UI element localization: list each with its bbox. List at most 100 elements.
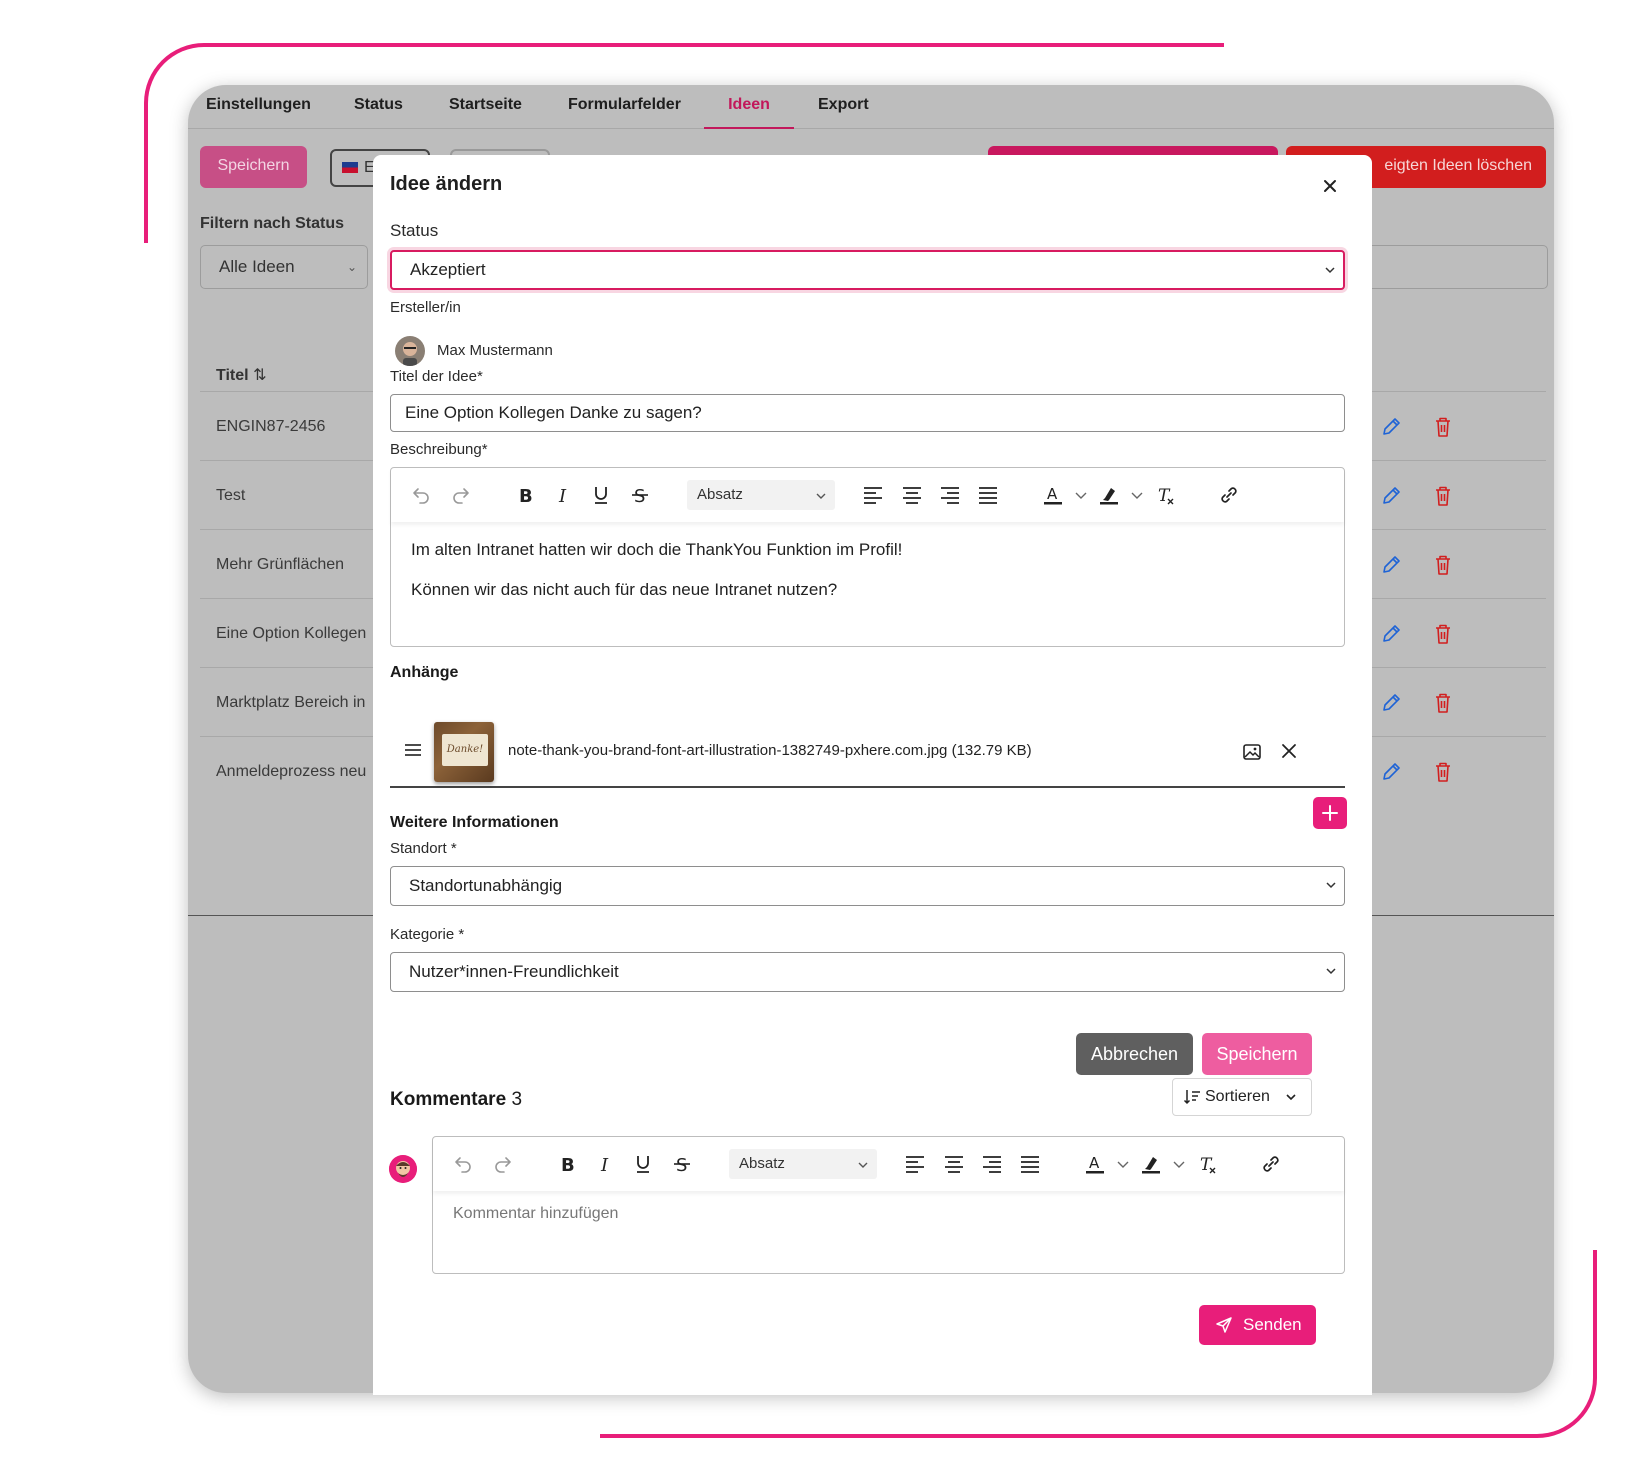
strikethrough-icon[interactable]: S	[628, 483, 652, 507]
status-select[interactable]: Akzeptiert	[390, 250, 1345, 290]
italic-icon[interactable]: I	[551, 483, 575, 507]
trash-icon[interactable]	[1434, 692, 1452, 714]
svg-text:I: I	[600, 1155, 609, 1176]
row-title: Mehr Grünflächen	[216, 556, 345, 573]
description-editor[interactable]: B I S A T Absatz Im alten Intranet hatten wir…	[390, 467, 1345, 647]
pencil-icon[interactable]	[1380, 554, 1402, 576]
undo-icon[interactable]	[409, 483, 433, 507]
pencil-icon[interactable]	[1380, 485, 1402, 507]
modal-title: Idee ändern	[390, 173, 503, 195]
comment-editor[interactable]: B I S A T Absatz Kommentar hinzufügen	[432, 1136, 1345, 1274]
text-color-icon[interactable]: A	[1083, 1152, 1107, 1176]
align-right-icon[interactable]	[980, 1152, 1004, 1176]
chevron-down-icon: ⌄	[346, 260, 357, 274]
idea-title-input[interactable]: Eine Option Kollegen Danke zu sagen?	[390, 394, 1345, 432]
align-right-icon[interactable]	[938, 483, 962, 507]
strikethrough-icon[interactable]: S	[670, 1152, 694, 1176]
tab-startseite[interactable]: Startseite	[449, 85, 522, 129]
column-header-title[interactable]: Titel ⇅	[216, 365, 266, 385]
attachment-item: Danke! note-thank-you-brand-font-art-ill…	[390, 718, 1345, 788]
comments-count: 3	[511, 1089, 523, 1110]
comment-placeholder[interactable]: Kommentar hinzufügen	[453, 1205, 618, 1223]
sort-label: Sortieren	[1205, 1088, 1270, 1105]
status-filter-value: Alle Ideen	[219, 257, 295, 276]
filter-label: Filtern nach Status	[200, 215, 345, 232]
chevron-down-icon	[1326, 882, 1336, 889]
remove-attachment-icon[interactable]	[1280, 742, 1298, 760]
save-button[interactable]: Speichern	[1202, 1033, 1312, 1075]
svg-text:A: A	[1089, 1154, 1100, 1172]
trash-icon[interactable]	[1434, 416, 1452, 438]
status-label: Status	[390, 221, 439, 240]
svg-text:B: B	[561, 1155, 575, 1176]
drag-handle-icon[interactable]	[404, 742, 422, 758]
link-icon[interactable]	[1259, 1152, 1283, 1176]
more-info-label: Weitere Informationen	[390, 814, 559, 831]
cancel-button[interactable]: Abbrechen	[1076, 1033, 1193, 1075]
status-filter-select[interactable]: Alle Ideen ⌄	[200, 245, 368, 289]
category-select[interactable]: Nutzer*innen-Freundlichkeit	[390, 952, 1345, 992]
link-icon[interactable]	[1217, 483, 1241, 507]
italic-icon[interactable]: I	[593, 1152, 617, 1176]
sort-button[interactable]: Sortieren	[1172, 1078, 1312, 1116]
pencil-icon[interactable]	[1380, 692, 1402, 714]
chevron-down-icon[interactable]	[1167, 1152, 1191, 1176]
chevron-down-icon	[1326, 968, 1336, 975]
bold-icon[interactable]: B	[513, 483, 537, 507]
status-value: Akzeptiert	[410, 260, 486, 279]
align-left-icon[interactable]	[903, 1152, 927, 1176]
chevron-down-icon	[1325, 267, 1335, 274]
bg-save-button[interactable]: Speichern	[200, 146, 307, 188]
close-icon[interactable]	[1321, 177, 1339, 195]
trash-icon[interactable]	[1434, 485, 1452, 507]
row-title: Test	[216, 487, 246, 504]
svg-text:S: S	[634, 486, 645, 507]
paragraph-style-select[interactable]: Absatz	[729, 1149, 877, 1179]
chevron-down-icon	[858, 1162, 868, 1168]
align-justify-icon[interactable]	[1018, 1152, 1042, 1176]
creator-name: Max Mustermann	[437, 342, 553, 359]
align-left-icon[interactable]	[861, 483, 885, 507]
tab-ideen[interactable]: Ideen	[704, 85, 794, 129]
align-center-icon[interactable]	[900, 483, 924, 507]
clear-format-icon[interactable]: T	[1153, 483, 1177, 507]
trash-icon[interactable]	[1434, 554, 1452, 576]
tab-formularfelder[interactable]: Formularfelder	[568, 85, 681, 129]
category-label: Kategorie *	[390, 926, 465, 943]
chevron-down-icon[interactable]	[1125, 483, 1149, 507]
send-button[interactable]: Senden	[1199, 1305, 1316, 1345]
description-paragraph: Im alten Intranet hatten wir doch die Th…	[411, 540, 903, 559]
clear-format-icon[interactable]: T	[1195, 1152, 1219, 1176]
trash-icon[interactable]	[1434, 623, 1452, 645]
location-select[interactable]: Standortunabhängig	[390, 866, 1345, 906]
pencil-icon[interactable]	[1380, 623, 1402, 645]
align-center-icon[interactable]	[942, 1152, 966, 1176]
align-justify-icon[interactable]	[976, 483, 1000, 507]
tab-export[interactable]: Export	[818, 85, 869, 129]
paragraph-style-select[interactable]: Absatz	[687, 480, 835, 510]
edit-idea-modal: Idee ändern Status Akzeptiert Ersteller/…	[373, 155, 1372, 1395]
undo-icon[interactable]	[451, 1152, 475, 1176]
editor-toolbar: B I S A T Absatz	[391, 468, 1344, 522]
highlight-icon[interactable]	[1097, 483, 1121, 507]
highlight-icon[interactable]	[1139, 1152, 1163, 1176]
pencil-icon[interactable]	[1380, 761, 1402, 783]
add-attachment-button[interactable]	[1313, 797, 1347, 829]
trash-icon[interactable]	[1434, 761, 1452, 783]
bold-icon[interactable]: B	[555, 1152, 579, 1176]
thumbnail-text: Danke!	[442, 734, 488, 766]
redo-icon[interactable]	[491, 1152, 515, 1176]
tab-einstellungen[interactable]: Einstellungen	[206, 85, 311, 129]
redo-icon[interactable]	[449, 483, 473, 507]
underline-icon[interactable]	[631, 1152, 655, 1176]
chevron-down-icon[interactable]	[1069, 483, 1093, 507]
tab-status[interactable]: Status	[354, 85, 403, 129]
chevron-down-icon[interactable]	[1111, 1152, 1135, 1176]
row-title: ENGIN87-2456	[216, 418, 326, 435]
description-content[interactable]: Im alten Intranet hatten wir doch die Th…	[411, 538, 1324, 618]
image-icon[interactable]	[1242, 742, 1262, 762]
underline-icon[interactable]	[589, 483, 613, 507]
pencil-icon[interactable]	[1380, 416, 1402, 438]
text-color-icon[interactable]: A	[1041, 483, 1065, 507]
current-user-avatar	[389, 1155, 417, 1183]
